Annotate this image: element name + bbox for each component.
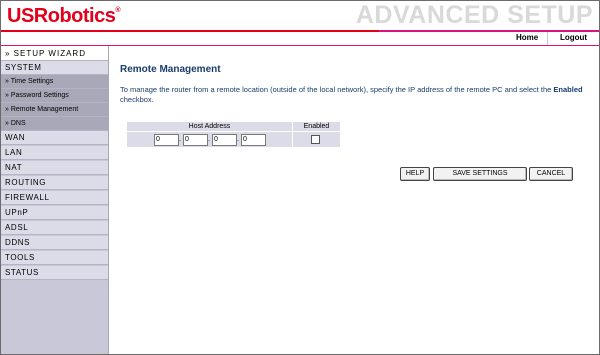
sidebar-item-setup-wizard[interactable]: » SETUP WIZARD [1, 46, 108, 61]
enabled-header: Enabled [293, 122, 340, 131]
sidebar-item-firewall[interactable]: FIREWALL [1, 191, 108, 205]
brand-logo: USRobotics® [7, 5, 120, 28]
sidebar-item-time-settings[interactable]: » Time Settings [1, 75, 108, 89]
sidebar-item-nat[interactable]: NAT [1, 161, 108, 175]
enabled-checkbox[interactable] [311, 135, 320, 144]
nav-divider [547, 32, 548, 45]
sidebar-item-wan[interactable]: WAN [1, 131, 108, 145]
sidebar-item-routing[interactable]: ROUTING [1, 176, 108, 190]
sidebar: » SETUP WIZARD SYSTEM » Time Settings » … [1, 46, 109, 354]
main-content: Remote Management To manage the router f… [109, 46, 599, 354]
host-address-header: Host Address [127, 122, 292, 131]
ip-separator: . [179, 136, 181, 143]
sidebar-item-upnp[interactable]: UPnP [1, 206, 108, 220]
sidebar-item-remote-management[interactable]: » Remote Management [1, 103, 108, 117]
host-address-cell: 0 . 0 . 0 . 0 [127, 132, 292, 147]
top-nav: Home Logout [1, 32, 599, 46]
header: USRobotics® ADVANCED SETUP [1, 1, 599, 31]
ip-octet-2-input[interactable]: 0 [183, 134, 208, 146]
sidebar-item-password-settings[interactable]: » Password Settings [1, 89, 108, 103]
description-emphasis: Enabled [553, 85, 583, 94]
ip-octet-1-input[interactable]: 0 [154, 134, 179, 146]
sidebar-item-tools[interactable]: TOOLS [1, 251, 108, 265]
page-frame: USRobotics® ADVANCED SETUP Home Logout »… [0, 0, 600, 355]
page-title: Remote Management [120, 64, 221, 75]
sidebar-item-adsl[interactable]: ADSL [1, 221, 108, 235]
description-tail: checkbox. [120, 95, 154, 104]
sidebar-item-dns[interactable]: » DNS [1, 117, 108, 131]
help-button[interactable]: HELP [400, 167, 430, 181]
logo-registered-mark: ® [115, 7, 121, 14]
description-text: To manage the router from a remote locat… [120, 85, 554, 94]
home-link[interactable]: Home [516, 33, 538, 42]
ip-octet-3-input[interactable]: 0 [212, 134, 237, 146]
cancel-button[interactable]: CANCEL [529, 167, 573, 181]
ip-octet-4-input[interactable]: 0 [241, 134, 266, 146]
enabled-cell [293, 132, 340, 147]
sidebar-item-system[interactable]: SYSTEM [1, 61, 108, 75]
sidebar-item-ddns[interactable]: DDNS [1, 236, 108, 250]
ip-separator: . [237, 136, 239, 143]
save-settings-button[interactable]: SAVE SETTINGS [433, 167, 527, 181]
section-banner: ADVANCED SETUP [355, 1, 593, 29]
sidebar-item-lan[interactable]: LAN [1, 146, 108, 160]
page-description: To manage the router from a remote locat… [120, 85, 590, 105]
sidebar-item-status[interactable]: STATUS [1, 266, 108, 280]
ip-separator: . [208, 136, 210, 143]
logo-text: USRobotics [7, 5, 116, 27]
logout-link[interactable]: Logout [560, 33, 587, 42]
